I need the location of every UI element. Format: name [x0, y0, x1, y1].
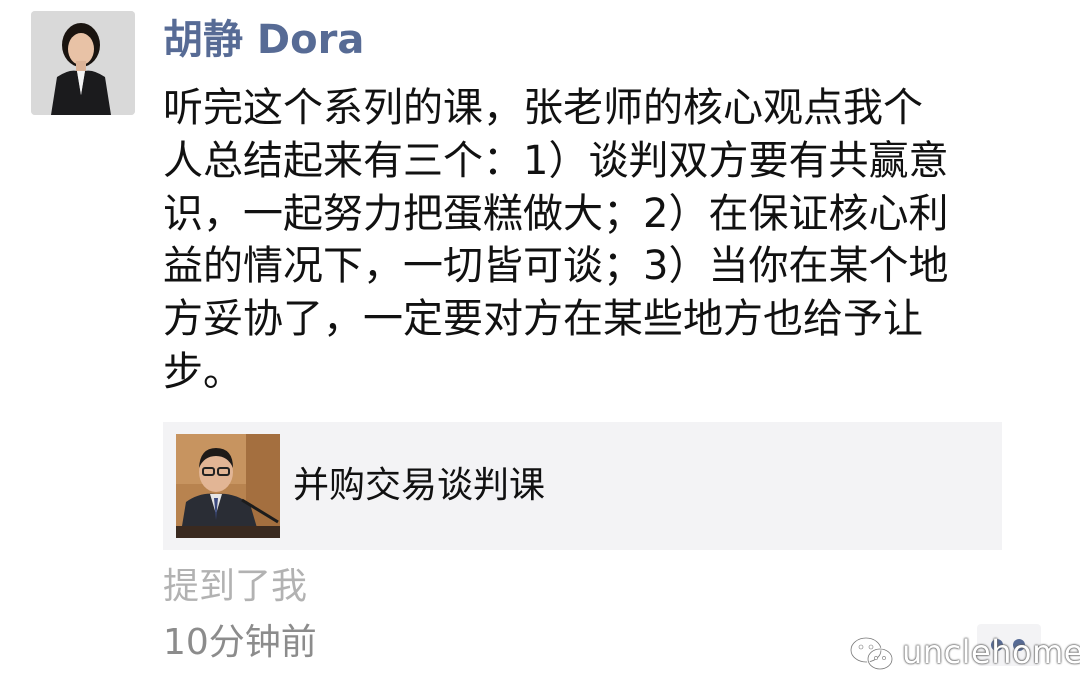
post-text-line: 步。 — [163, 348, 243, 395]
shared-link-thumbnail — [176, 434, 280, 538]
wechat-icon — [849, 636, 894, 671]
shared-link-card[interactable]: 并购交易谈判课 — [163, 422, 1002, 550]
author-name[interactable]: 胡静 Dora — [163, 14, 364, 66]
author-avatar[interactable] — [31, 11, 135, 115]
post-text: 听完这个系列的课，张老师的核心观点我个 人总结起来有三个：1）谈判双方要有共赢意… — [163, 82, 1053, 399]
post-text-line: 识，一起努力把蛋糕做大；2）在保证核心利 — [163, 190, 949, 237]
shared-link-title: 并购交易谈判课 — [293, 465, 546, 506]
mention-label: 提到了我 — [163, 566, 308, 607]
speaker-photo — [176, 434, 280, 538]
post-text-line: 听完这个系列的课，张老师的核心观点我个 — [163, 85, 923, 131]
moments-post: 胡静 Dora 听完这个系列的课，张老师的核心观点我个 人总结起来有三个：1）谈… — [0, 0, 1080, 696]
avatar-photo — [31, 11, 135, 115]
post-text-line: 方妥协了，一定要对方在某些地方也给予让 — [163, 296, 923, 343]
watermark: unclehome — [848, 630, 1080, 676]
watermark-text: unclehome — [902, 633, 1080, 671]
post-timestamp: 10分钟前 — [163, 622, 317, 663]
post-text-line: 人总结起来有三个：1）谈判双方要有共赢意 — [163, 137, 949, 184]
post-text-line: 益的情况下，一切皆可谈；3）当你在某个地 — [163, 243, 949, 290]
